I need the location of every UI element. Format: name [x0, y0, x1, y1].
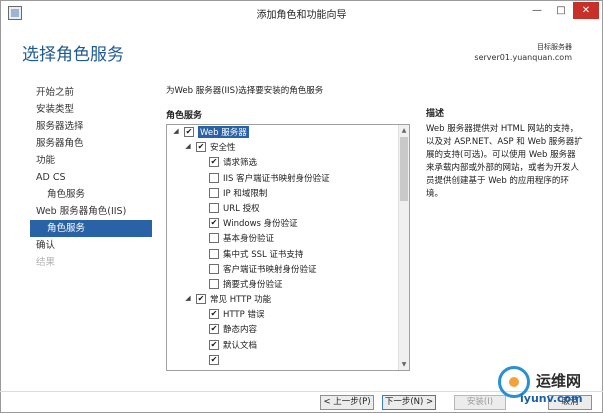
- role-service-label: 请求筛选: [223, 158, 258, 169]
- next-button[interactable]: 下一步(N) >: [382, 395, 436, 410]
- description-text: Web 服务器提供对 HTML 网站的支持，以及对 ASP.NET、ASP 和 …: [426, 124, 583, 199]
- tree-row[interactable]: IP 和域限制: [167, 186, 399, 201]
- tree-row[interactable]: 集中式 SSL 证书支持: [167, 247, 399, 262]
- tree-row[interactable]: ✔ 请求筛选: [167, 155, 399, 170]
- role-service-checkbox[interactable]: ✔: [209, 218, 219, 229]
- role-service-label: 集中式 SSL 证书支持: [223, 249, 304, 260]
- role-service-checkbox[interactable]: ✔: [209, 354, 219, 365]
- role-service-checkbox[interactable]: [209, 172, 219, 183]
- watermark-name: 运维网: [536, 372, 582, 390]
- expand-collapse-icon[interactable]: ◢: [184, 142, 192, 150]
- role-service-label: 客户端证书映射身份验证: [223, 264, 317, 275]
- role-service-checkbox[interactable]: ✔: [209, 157, 219, 168]
- role-service-label: 安全性: [210, 143, 236, 154]
- close-button[interactable]: ✕: [573, 2, 599, 19]
- tree-row[interactable]: ◢ ✔ 常见 HTTP 功能: [167, 292, 399, 307]
- nav-item-before-you-begin[interactable]: 开始之前: [30, 84, 152, 101]
- role-service-label: Web 服务器: [198, 126, 249, 138]
- role-service-label: 基本身份验证: [223, 234, 275, 245]
- wizard-step-nav: 开始之前 安装类型 服务器选择 服务器角色 功能 AD CS 角色服务 Web …: [30, 84, 152, 271]
- description-header: 描述: [426, 109, 445, 119]
- role-service-label: HTTP 错误: [223, 310, 265, 321]
- title-bar: 添加角色和功能向导 — □ ✕: [1, 1, 602, 25]
- destination-server-label: 目标服务器: [537, 43, 572, 51]
- previous-button[interactable]: < 上一步(P): [320, 395, 374, 410]
- page-title: 选择角色服务: [22, 45, 124, 65]
- nav-item-server-selection[interactable]: 服务器选择: [30, 118, 152, 135]
- tree-row[interactable]: ✔: [167, 353, 399, 368]
- role-service-label: IP 和域限制: [223, 188, 268, 199]
- role-service-checkbox[interactable]: ✔: [209, 339, 219, 350]
- tree-row[interactable]: 客户端证书映射身份验证: [167, 262, 399, 277]
- role-service-checkbox[interactable]: ✔: [184, 127, 194, 137]
- nav-item-server-roles[interactable]: 服务器角色: [30, 135, 152, 152]
- role-service-label: URL 授权: [223, 203, 260, 214]
- nav-item-web-server-role[interactable]: Web 服务器角色(IIS): [30, 203, 152, 220]
- tree-row[interactable]: ✔ Windows 身份验证: [167, 216, 399, 231]
- role-service-checkbox[interactable]: [209, 202, 219, 213]
- role-service-label: 静态内容: [223, 325, 258, 336]
- tree-row[interactable]: ◢ ✔ 安全性: [167, 140, 399, 155]
- tree-row[interactable]: 基本身份验证: [167, 231, 399, 246]
- tree-rows: ◢ ✔ Web 服务器 ◢ ✔ 安全性 ✔ 请求筛选 IIS 客户端证书映射身份验证 IP 和域限…: [167, 125, 399, 368]
- role-service-label: IIS 客户端证书映射身份验证: [223, 173, 330, 184]
- scroll-down-icon[interactable]: ▼: [399, 359, 409, 370]
- nav-item-installation-type[interactable]: 安装类型: [30, 101, 152, 118]
- role-service-checkbox[interactable]: [209, 248, 219, 259]
- role-service-checkbox[interactable]: ✔: [196, 294, 206, 305]
- tree-row[interactable]: ✔ 默认文档: [167, 338, 399, 353]
- tree-row[interactable]: ✔ 静态内容: [167, 322, 399, 337]
- scroll-thumb[interactable]: [400, 137, 408, 201]
- tree-scrollbar[interactable]: ▲ ▼: [398, 125, 409, 370]
- role-service-checkbox[interactable]: ✔: [209, 309, 219, 320]
- maximize-button[interactable]: □: [549, 2, 573, 19]
- nav-item-confirmation[interactable]: 确认: [30, 237, 152, 254]
- role-service-label: 摘要式身份验证: [223, 279, 283, 290]
- tree-row[interactable]: URL 授权: [167, 201, 399, 216]
- role-services-header: 角色服务: [166, 111, 203, 121]
- role-service-checkbox[interactable]: ✔: [209, 324, 219, 335]
- minimize-button[interactable]: —: [525, 2, 549, 19]
- role-services-tree[interactable]: ◢ ✔ Web 服务器 ◢ ✔ 安全性 ✔ 请求筛选 IIS 客户端证书映射身份验证 IP 和域限…: [166, 124, 410, 371]
- nav-item-ad-cs[interactable]: AD CS: [30, 169, 152, 186]
- window-title: 添加角色和功能向导: [256, 10, 347, 21]
- scroll-up-icon[interactable]: ▲: [399, 125, 409, 136]
- watermark: 运维网 iyunv.com: [498, 362, 602, 412]
- role-service-checkbox[interactable]: [209, 233, 219, 244]
- intro-text: 为Web 服务器(IIS)选择要安装的角色服务: [166, 86, 324, 96]
- nav-item-ad-cs-role-services[interactable]: 角色服务: [30, 186, 152, 203]
- tree-row[interactable]: ✔ HTTP 错误: [167, 307, 399, 322]
- role-service-label: Windows 身份验证: [223, 219, 298, 230]
- expand-collapse-icon[interactable]: ◢: [184, 294, 192, 302]
- role-service-label: 默认文档: [223, 340, 258, 351]
- nav-item-web-role-services[interactable]: 角色服务: [30, 220, 152, 237]
- role-service-checkbox[interactable]: [209, 278, 219, 289]
- tree-row[interactable]: 摘要式身份验证: [167, 277, 399, 292]
- tree-row[interactable]: ◢ ✔ Web 服务器: [167, 125, 399, 140]
- tree-row[interactable]: IIS 客户端证书映射身份验证: [167, 171, 399, 186]
- destination-server-name: server01.yuanquan.com: [474, 53, 572, 62]
- role-service-checkbox[interactable]: [209, 187, 219, 198]
- role-service-checkbox[interactable]: [209, 263, 219, 274]
- watermark-url: iyunv.com: [520, 392, 583, 405]
- nav-item-results: 结果: [36, 257, 56, 268]
- role-service-checkbox[interactable]: ✔: [196, 142, 206, 153]
- nav-item-features[interactable]: 功能: [30, 152, 152, 169]
- role-service-label: 常见 HTTP 功能: [210, 295, 272, 306]
- expand-collapse-icon[interactable]: ◢: [172, 127, 180, 135]
